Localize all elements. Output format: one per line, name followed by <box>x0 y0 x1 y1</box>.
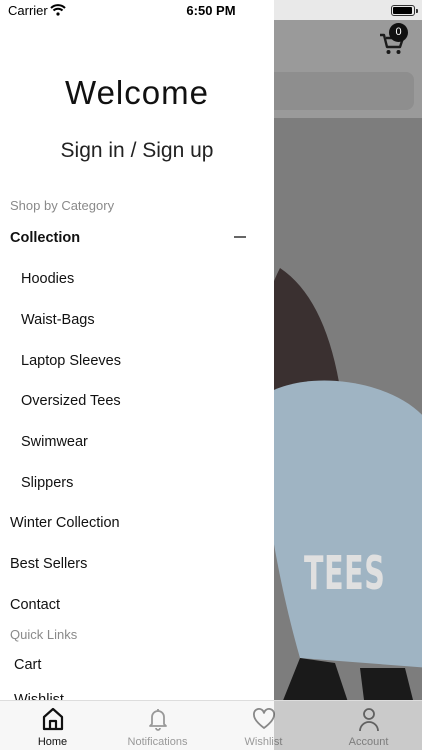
tab-wishlist-label: Wishlist <box>244 736 283 748</box>
user-icon <box>359 708 379 732</box>
banner-text: TEES <box>304 546 386 600</box>
shop-by-category-label: Shop by Category <box>10 198 115 213</box>
tab-notifications[interactable]: Notifications <box>105 701 210 750</box>
menu-item-collection[interactable]: Collection <box>10 230 80 246</box>
menu-item-laptop-sleeves[interactable]: Laptop Sleeves <box>21 353 121 369</box>
tab-home-label: Home <box>37 736 68 748</box>
home-icon <box>42 707 64 731</box>
tab-home[interactable]: Home <box>0 701 105 750</box>
heart-icon <box>253 708 275 729</box>
tab-account[interactable]: Account <box>316 701 421 750</box>
battery-icon <box>391 5 418 16</box>
signin-signup-link[interactable]: Sign in / Sign up <box>0 139 274 163</box>
cart-count-badge: 0 <box>389 23 408 42</box>
collapse-icon[interactable] <box>234 236 246 238</box>
menu-item-best-sellers[interactable]: Best Sellers <box>10 556 87 572</box>
menu-item-waist-bags[interactable]: Waist-Bags <box>21 312 95 328</box>
menu-item-swimwear[interactable]: Swimwear <box>21 434 88 450</box>
menu-item-hoodies[interactable]: Hoodies <box>21 271 74 287</box>
menu-item-oversized-tees[interactable]: Oversized Tees <box>21 393 121 409</box>
tab-account-label: Account <box>348 736 389 748</box>
bell-icon <box>149 709 167 731</box>
background-search-bar <box>262 72 414 110</box>
quick-links-label: Quick Links <box>10 627 78 642</box>
menu-item-wishlist[interactable]: Wishlist <box>14 692 64 700</box>
tab-notifications-label: Notifications <box>127 736 188 748</box>
side-drawer: Welcome Sign in / Sign up Shop by Catego… <box>0 0 274 700</box>
menu-item-winter-collection[interactable]: Winter Collection <box>10 515 120 531</box>
menu-item-cart[interactable]: Cart <box>14 657 41 673</box>
menu-item-slippers[interactable]: Slippers <box>21 475 73 491</box>
tab-wishlist[interactable]: Wishlist <box>211 701 316 750</box>
tab-bar: Home Notifications Wishlist Account <box>0 700 422 750</box>
clock: 6:50 PM <box>186 3 236 18</box>
status-bar: Carrier 6:50 PM <box>0 0 422 22</box>
welcome-title: Welcome <box>65 74 209 111</box>
menu-item-contact[interactable]: Contact <box>10 597 60 613</box>
